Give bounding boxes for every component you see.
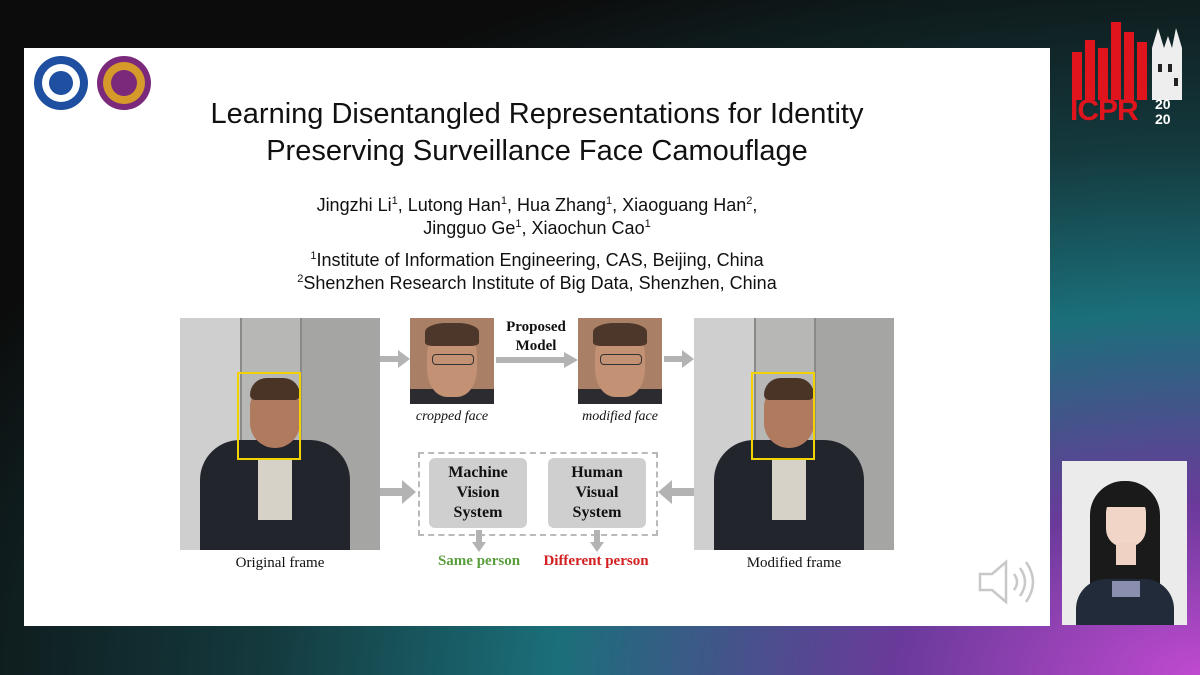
box-label-line: Visual [575,484,619,501]
arrow-down-icon [590,530,604,552]
author-list: Jingzhi Li1, Lutong Han1, Hua Zhang1, Xi… [144,194,930,240]
modified-face-caption: modified face [582,409,658,424]
speaker-volume-icon[interactable] [978,558,1040,606]
slide-title: Learning Disentangled Representations fo… [144,96,930,170]
box-label-line: System [572,504,622,521]
modified-face-image [578,318,662,404]
author-separator: , [521,218,532,238]
title-line-1: Learning Disentangled Representations fo… [210,98,864,130]
machine-vision-system-box: Machine Vision System [429,458,527,528]
affiliation-text: Shenzhen Research Institute of Big Data,… [303,273,777,293]
same-person-result: Same person [437,553,521,569]
icpr-year-bottom: 20 [1155,111,1171,127]
title-line-2: Preserving Surveillance Face Camouflage [266,135,808,167]
institute-logo [97,56,151,110]
modified-frame-image [694,318,894,550]
author-separator: , [397,195,408,215]
arrow-down-icon [472,530,486,552]
author-name: Lutong Han [407,195,501,215]
box-label-line: System [453,504,503,521]
arrow-right-icon [380,480,416,504]
human-visual-system-box: Human Visual System [548,458,646,528]
author-separator: , [506,195,517,215]
icpr-wordmark: ICPR [1070,94,1139,127]
affiliations: 1Institute of Information Engineering, C… [144,249,930,295]
box-label-line: Machine [448,464,508,481]
affiliation-text: Institute of Information Engineering, CA… [316,250,764,270]
author-name: Hua Zhang [516,195,607,215]
cropped-face-caption: cropped face [415,409,489,424]
modified-frame-caption: Modified frame [746,555,842,571]
model-label-line: Proposed [506,319,566,335]
box-label-line: Vision [456,484,500,501]
arrow-right-icon [664,350,694,368]
arrow-right-icon [496,352,578,368]
proposed-model-label: Proposed Model [496,318,576,356]
slide: Learning Disentangled Representations fo… [24,48,1050,626]
cropped-face-image [410,318,494,404]
affiliation-mark: 1 [644,218,651,230]
author-name: Xiaoguang Han [622,195,747,215]
author-name: Jingzhi Li [316,195,392,215]
face-bounding-box [237,372,301,460]
author-name: Jingguo Ge [423,218,516,238]
box-label-line: Human [571,464,623,481]
author-separator: , [612,195,623,215]
original-frame-caption: Original frame [235,555,325,571]
original-frame-image [180,318,380,550]
icpr-2020-logo: ICPR 20 20 [1068,18,1184,128]
author-name: Xiaochun Cao [531,218,645,238]
arrow-left-icon [658,480,694,504]
arrow-right-icon [380,350,410,368]
different-person-result: Different person [543,553,649,569]
author-separator: , [752,195,758,215]
cas-logo [34,56,88,110]
icpr-year-top: 20 [1155,96,1171,112]
presenter-video [1062,461,1187,625]
face-bounding-box [751,372,815,460]
